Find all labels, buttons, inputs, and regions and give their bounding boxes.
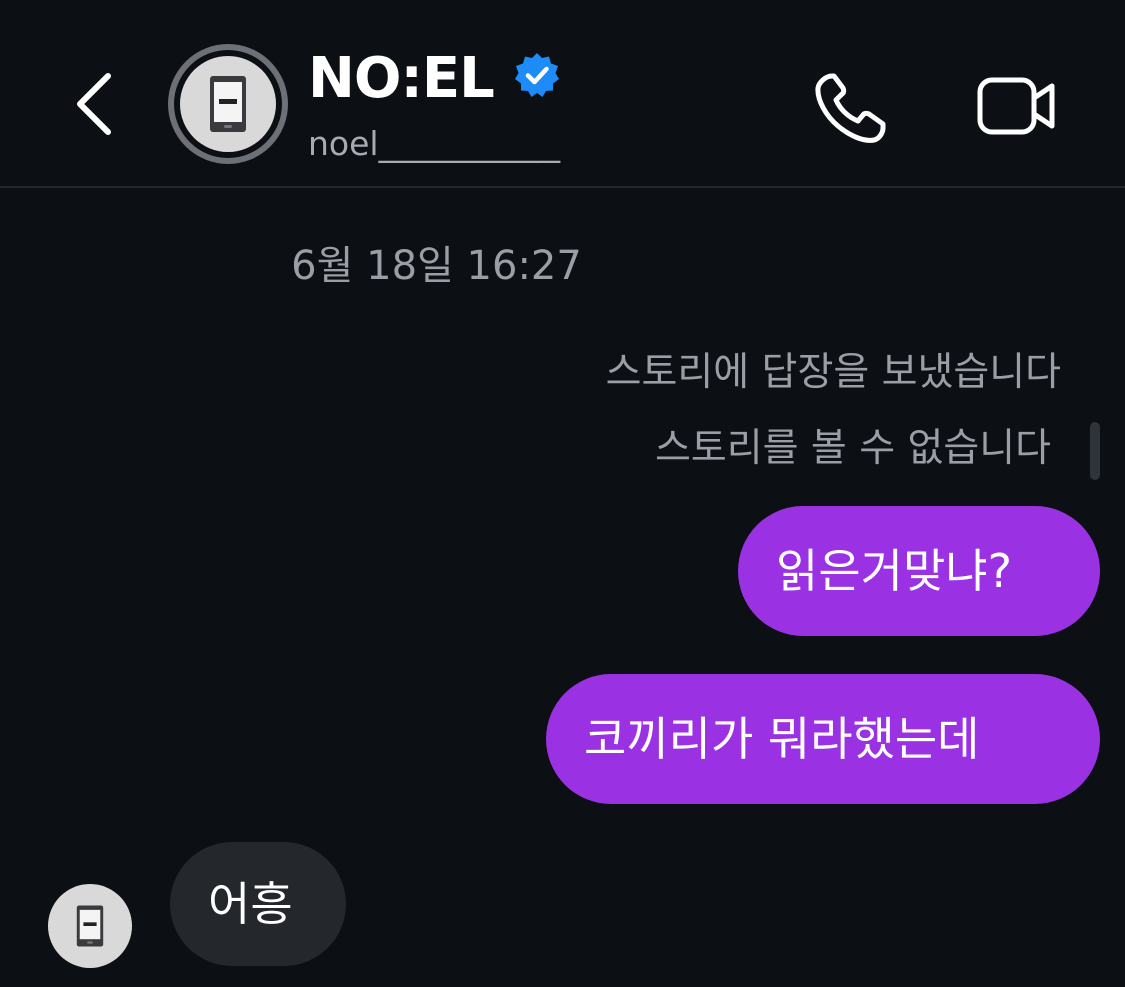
message-text: 코끼리가 뭐라했는데 (584, 712, 980, 766)
story-reply-note: 스토리에 답장을 보냈습니다 (605, 350, 1061, 395)
chat-header: NO:EL noel___________ (0, 0, 1125, 188)
phone-device-icon (76, 905, 104, 947)
profile-name-block[interactable]: NO:EL noel___________ (308, 46, 561, 166)
video-camera-icon (977, 77, 1055, 135)
voice-call-button[interactable] (812, 70, 888, 146)
message-timestamp: 6월 18일 16:27 (0, 238, 1125, 294)
outgoing-message-bubble[interactable]: 읽은거맞냐? (738, 506, 1100, 636)
phone-icon (815, 73, 886, 143)
verified-badge-icon (513, 51, 561, 99)
scrollbar[interactable] (1090, 422, 1100, 480)
outgoing-message-bubble[interactable]: 코끼리가 뭐라했는데 (546, 674, 1100, 804)
video-call-button[interactable] (976, 74, 1058, 138)
message-text: 읽은거맞냐? (776, 544, 1013, 598)
timestamp-text: 6월 18일 16:27 (291, 243, 582, 289)
profile-avatar[interactable] (168, 44, 288, 164)
message-text: 어흥 (208, 877, 293, 931)
phone-device-icon (210, 76, 246, 132)
back-button[interactable] (62, 68, 126, 140)
story-unavailable-note: 스토리를 볼 수 없습니다 (655, 426, 1051, 471)
incoming-message-bubble[interactable]: 어흥 (170, 842, 346, 966)
sender-avatar[interactable] (48, 884, 132, 968)
chevron-left-icon (77, 73, 111, 135)
avatar-image (180, 56, 276, 152)
display-name: NO:EL (308, 46, 495, 111)
username: noel___________ (308, 124, 561, 163)
